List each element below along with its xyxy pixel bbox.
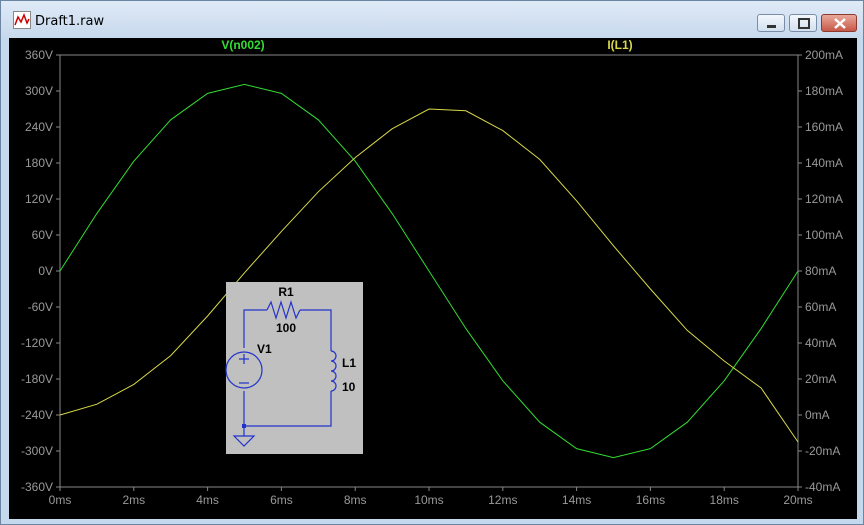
series-line-v-n002	[59, 83, 799, 459]
minimize-icon	[767, 25, 776, 28]
y-tick-label-right: 100mA	[805, 228, 843, 242]
y-tick-label-left: 240V	[25, 120, 53, 134]
x-tick-label: 18ms	[710, 493, 739, 507]
r1-label: R1	[278, 285, 294, 299]
x-tick-label: 4ms	[196, 493, 219, 507]
v1-label: V1	[257, 342, 272, 356]
maximize-button[interactable]	[789, 14, 817, 32]
r1-value: 100	[276, 321, 296, 335]
waveform-app-icon	[13, 11, 31, 29]
y-tick-label-right: 200mA	[805, 48, 843, 62]
x-tick-label: 14ms	[562, 493, 591, 507]
plot-area[interactable]: 0ms 2ms 4ms 6ms 8ms 10ms 12ms 14ms 16ms 18ms 20ms 3…	[9, 38, 857, 519]
y-tick-label-left: -300V	[21, 444, 53, 458]
y-tick-label-left: 360V	[25, 48, 53, 62]
x-tick-label: 6ms	[270, 493, 293, 507]
window-title: Draft1.raw	[35, 14, 105, 29]
y-tick-label-left: -60V	[28, 300, 53, 314]
x-tick-label: 16ms	[636, 493, 665, 507]
y-tick-label-left: 180V	[25, 156, 53, 170]
close-button[interactable]	[821, 14, 857, 32]
y-tick-label-right: 20mA	[805, 372, 836, 386]
y-tick-label-right: 40mA	[805, 336, 836, 350]
y-tick-label-left: -120V	[21, 336, 53, 350]
y-tick-label-right: -20mA	[805, 444, 840, 458]
l1-value: 10	[342, 380, 356, 394]
y-tick-label-right: 180mA	[805, 84, 843, 98]
y-tick-label-left: 120V	[25, 192, 53, 206]
y-tick-label-right: 80mA	[805, 264, 836, 278]
waveform-window: Draft1.raw 0ms 2ms 4ms 6ms 8ms 10ms 12ms 14ms 16…	[0, 0, 864, 525]
restore-icon	[798, 18, 810, 29]
x-tick-label: 20ms	[783, 493, 812, 507]
y-tick-label-right: 120mA	[805, 192, 843, 206]
x-tick-label: 2ms	[122, 493, 145, 507]
y-tick-label-left: 0V	[38, 264, 53, 278]
waveform-chart: 0ms 2ms 4ms 6ms 8ms 10ms 12ms 14ms 16ms 18ms 20ms 3…	[21, 38, 843, 507]
y-tick-label-left: 60V	[32, 228, 53, 242]
schematic-inset: R1 100 V1 L1 10	[225, 282, 363, 454]
legend-i-l1[interactable]: I(L1)	[607, 38, 632, 52]
legend-v-n002[interactable]: V(n002)	[221, 38, 264, 52]
minimize-button[interactable]	[757, 14, 785, 32]
series-line-i-l1	[59, 108, 799, 443]
x-tick-label: 12ms	[488, 493, 517, 507]
y-tick-label-left: -240V	[21, 408, 53, 422]
x-tick-label: 10ms	[414, 493, 443, 507]
y-tick-label-left: -360V	[21, 480, 53, 494]
y-tick-label-left: -180V	[21, 372, 53, 386]
y-tick-label-right: 0mA	[805, 408, 830, 422]
x-tick-label: 0ms	[49, 493, 72, 507]
ground-node	[242, 424, 246, 428]
y-tick-label-left: 300V	[25, 84, 53, 98]
close-icon	[834, 18, 846, 29]
x-tick-label: 8ms	[344, 493, 367, 507]
title-bar[interactable]: Draft1.raw	[1, 1, 863, 39]
y-tick-label-right: 60mA	[805, 300, 836, 314]
y-tick-label-right: 140mA	[805, 156, 843, 170]
y-tick-label-right: 160mA	[805, 120, 843, 134]
y-tick-label-right: -40mA	[805, 480, 840, 494]
l1-label: L1	[342, 356, 356, 370]
